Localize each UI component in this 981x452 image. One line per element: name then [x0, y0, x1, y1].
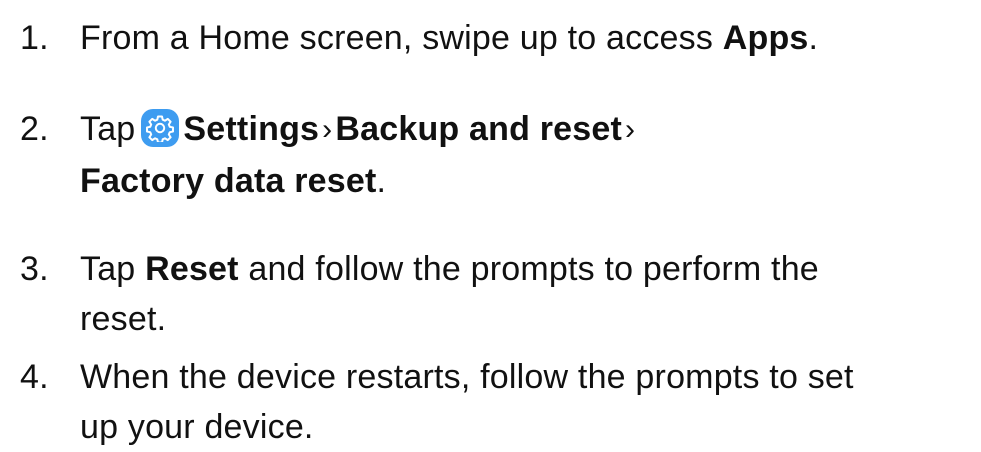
apps-label: Apps	[722, 19, 809, 57]
step-number: 4.	[20, 358, 49, 396]
step-body: When the device restarts, follow the pro…	[80, 352, 960, 452]
step-text: reset.	[80, 300, 167, 338]
step-text: .	[808, 19, 819, 57]
step-text: When the device restarts, follow the pro…	[80, 358, 854, 396]
step-text: up your device.	[80, 408, 314, 446]
step-text: .	[376, 162, 387, 200]
settings-gear-icon	[141, 109, 180, 147]
step-text: and follow the prompts to perform the	[238, 250, 819, 288]
step-body: Tap Reset and follow the prompts to perf…	[80, 244, 960, 344]
step-text: Tap	[80, 250, 146, 288]
step-body: From a Home screen, swipe up to access A…	[80, 13, 960, 63]
step-body: Tap Settings ›Backup and reset › Factory d…	[80, 104, 960, 206]
step-line: up your device.	[80, 402, 960, 452]
step-text: Tap	[80, 110, 136, 148]
step-text: From a Home screen, swipe up to access	[80, 19, 723, 57]
step-line: Tap Settings ›Backup and reset ›	[80, 104, 960, 156]
reset-label: Reset	[145, 250, 239, 288]
settings-label: Settings	[183, 110, 320, 148]
step-number: 1.	[20, 19, 49, 57]
step-2: 2. Tap Settings ›Backup and reset › Factor…	[20, 104, 960, 206]
instruction-steps: 1. From a Home screen, swipe up to acces…	[0, 0, 981, 447]
step-1: 1. From a Home screen, swipe up to acces…	[20, 13, 960, 63]
factory-data-reset-label: Factory data reset	[80, 162, 377, 200]
step-line: Tap Reset and follow the prompts to perf…	[80, 244, 960, 294]
step-line: When the device restarts, follow the pro…	[80, 352, 960, 402]
step-number: 3.	[20, 250, 49, 288]
chevron-right-icon: ›	[625, 113, 636, 146]
chevron-right-icon: ›	[322, 113, 333, 146]
step-3: 3. Tap Reset and follow the prompts to p…	[20, 244, 960, 344]
step-line: reset.	[80, 294, 960, 344]
step-line: Factory data reset.	[80, 156, 960, 206]
backup-and-reset-label: Backup and reset	[335, 110, 622, 148]
step-line: From a Home screen, swipe up to access A…	[80, 13, 960, 63]
step-4: 4. When the device restarts, follow the …	[20, 352, 960, 452]
step-number: 2.	[20, 110, 49, 148]
